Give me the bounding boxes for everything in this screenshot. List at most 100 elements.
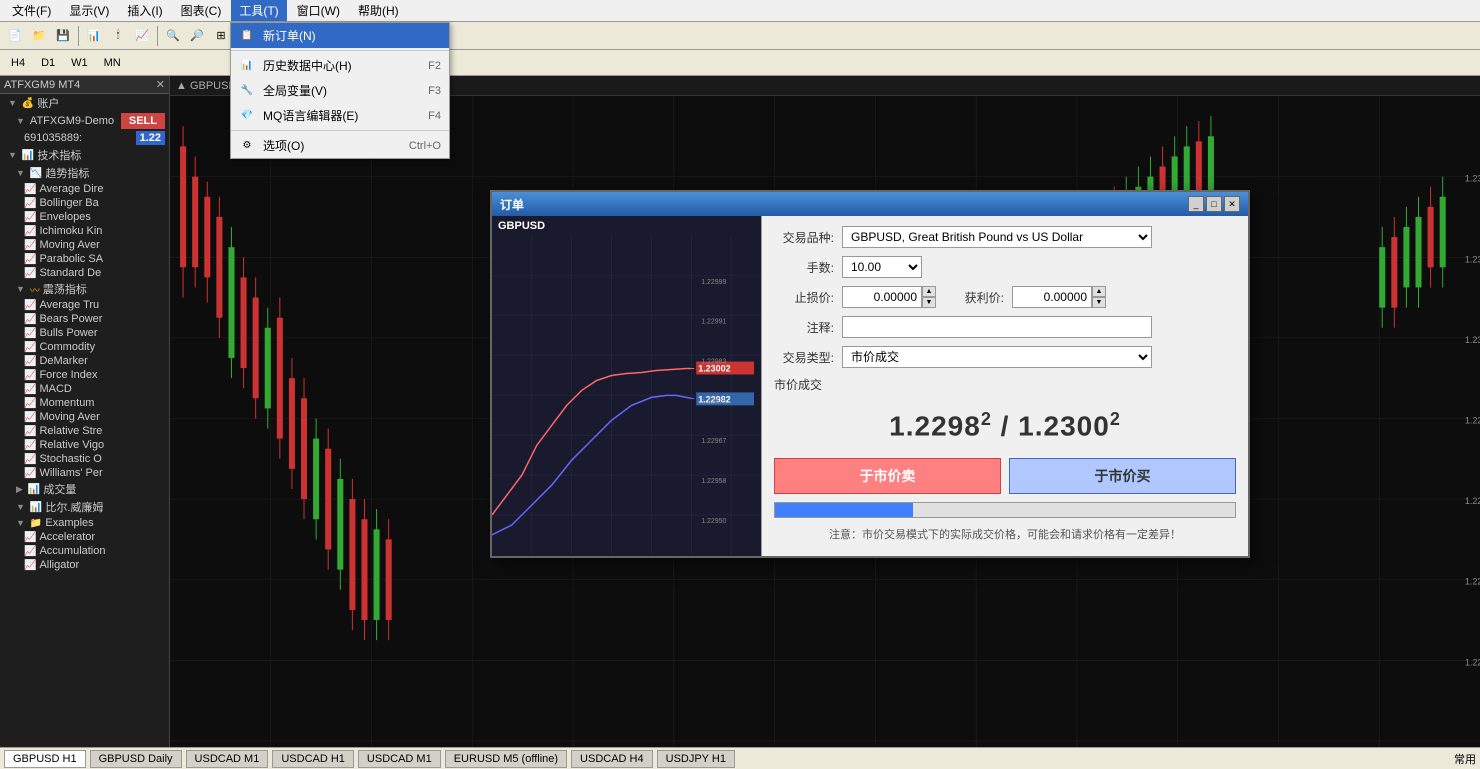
tree-avg-dir[interactable]: 📈Average Dire — [0, 182, 169, 196]
save-btn[interactable]: 💾 — [52, 25, 74, 47]
tree-volume[interactable]: ▶ 📊 成交量 — [0, 480, 169, 498]
svg-text:1.2290: 1.2290 — [1465, 415, 1480, 425]
menu-window[interactable]: 窗口(W) — [289, 0, 348, 21]
tree-accumulation[interactable]: 📈Accumulation — [0, 544, 169, 558]
sl-up-btn[interactable]: ▲ — [922, 286, 936, 297]
tab-eurusd-m5[interactable]: EURUSD M5 (offline) — [445, 750, 567, 768]
buy-at-market-button[interactable]: 于市价买 — [1009, 458, 1236, 494]
envelopes-label: Envelopes — [39, 211, 90, 223]
zoom-fit-btn[interactable]: ⊞ — [210, 25, 232, 47]
global-vars-item[interactable]: 🔧 全局变量(V) F3 — [231, 78, 449, 103]
history-data-item[interactable]: 📊 历史数据中心(H) F2 — [231, 53, 449, 78]
rvgo-label: Relative Vigo — [39, 439, 104, 451]
svg-text:1.22967: 1.22967 — [701, 438, 726, 445]
market-label-row: 市价成交 — [774, 376, 1236, 393]
tab-usdjpy-h1[interactable]: USDJPY H1 — [657, 750, 735, 768]
menu-chart[interactable]: 图表(C) — [173, 0, 230, 21]
close-dialog-button[interactable]: ✕ — [1224, 196, 1240, 212]
tree-avg-true[interactable]: 📈Average Tru — [0, 298, 169, 312]
chart-candle-btn[interactable]: 🕯 — [107, 25, 129, 47]
tab-usdcad-h4[interactable]: USDCAD H4 — [571, 750, 653, 768]
tree-macd[interactable]: 📈MACD — [0, 382, 169, 396]
tp-input[interactable] — [1012, 286, 1092, 308]
tree-accelerator[interactable]: 📈Accelerator — [0, 530, 169, 544]
tree-commodity[interactable]: 📈Commodity — [0, 340, 169, 354]
sell-at-market-button[interactable]: 于市价卖 — [774, 458, 1001, 494]
dialog-form: 交易品种: GBPUSD, Great British Pound vs US … — [762, 216, 1248, 556]
tp-up-btn[interactable]: ▲ — [1092, 286, 1106, 297]
new-btn[interactable]: 📄 — [4, 25, 26, 47]
chart-line-btn[interactable]: 📈 — [131, 25, 153, 47]
comment-label: 注释: — [774, 319, 834, 336]
tf-h4[interactable]: H4 — [4, 55, 32, 71]
mq-editor-item[interactable]: 💎 MQ语言编辑器(E) F4 — [231, 103, 449, 128]
maximize-button[interactable]: □ — [1206, 196, 1222, 212]
bulls-label: Bulls Power — [39, 327, 97, 339]
tree-demo-account[interactable]: ▼ ATFXGM9-Demo SELL — [0, 112, 169, 130]
open-btn[interactable]: 📁 — [28, 25, 50, 47]
menu-sep1 — [231, 50, 449, 51]
tab-gbpusd-daily[interactable]: GBPUSD Daily — [90, 750, 182, 768]
options-item[interactable]: ⚙ 选项(O) Ctrl+O — [231, 133, 449, 158]
tree-stochastic[interactable]: 📈Stochastic O — [0, 452, 169, 466]
tree-trend[interactable]: ▼ 📉 趋势指标 — [0, 164, 169, 182]
osc-expand-icon: ▼ — [16, 284, 25, 294]
menu-help[interactable]: 帮助(H) — [350, 0, 407, 21]
tree-alligator[interactable]: 📈Alligator — [0, 558, 169, 572]
tab-usdcad-m1-2[interactable]: USDCAD M1 — [358, 750, 441, 768]
tab-usdcad-m1[interactable]: USDCAD M1 — [186, 750, 269, 768]
tab-usdcad-h1[interactable]: USDCAD H1 — [272, 750, 354, 768]
menu-insert[interactable]: 插入(I) — [119, 0, 170, 21]
tf-w1[interactable]: W1 — [64, 55, 95, 71]
sl-down-btn[interactable]: ▼ — [922, 297, 936, 308]
tree-examples[interactable]: ▼ 📁 Examples — [0, 516, 169, 530]
tree-tech-indicators[interactable]: ▼ 📊 技术指标 — [0, 146, 169, 164]
tf-d1[interactable]: D1 — [34, 55, 62, 71]
tree-bill-williams[interactable]: ▼ 📊 比尔.威廉姆 — [0, 498, 169, 516]
zoom-in-btn[interactable]: 🔍 — [162, 25, 184, 47]
trend-expand-icon: ▼ — [16, 168, 25, 178]
tree-momentum[interactable]: 📈Momentum — [0, 396, 169, 410]
lots-select[interactable]: 10.00 — [842, 256, 922, 278]
close-icon[interactable]: ✕ — [156, 78, 165, 91]
tree-moving-avg2[interactable]: 📈Moving Aver — [0, 410, 169, 424]
menu-tools[interactable]: 工具(T) — [231, 0, 286, 21]
tree-ichimoku[interactable]: 📈Ichimoku Kin — [0, 224, 169, 238]
symbol-select[interactable]: GBPUSD, Great British Pound vs US Dollar — [842, 226, 1152, 248]
status-text: 常用 — [1454, 751, 1476, 767]
tree-oscillators[interactable]: ▼ 〰 震荡指标 — [0, 280, 169, 298]
new-order-item[interactable]: 📋 新订单(N) — [231, 23, 449, 48]
menu-file[interactable]: 文件(F) — [4, 0, 59, 21]
chart-bar-btn[interactable]: 📊 — [83, 25, 105, 47]
tree-standard-dev[interactable]: 📈Standard De — [0, 266, 169, 280]
tree-williams[interactable]: 📈Williams' Per — [0, 466, 169, 480]
mq-editor-label: MQ语言编辑器(E) — [263, 107, 420, 124]
tree-rsi[interactable]: 📈Relative Stre — [0, 424, 169, 438]
zoom-out-btn[interactable]: 🔎 — [186, 25, 208, 47]
momentum-label: Momentum — [39, 397, 94, 409]
tree-envelopes[interactable]: 📈Envelopes — [0, 210, 169, 224]
tree-accounts[interactable]: ▼ 💰 账户 — [0, 94, 169, 112]
tree-bollinger[interactable]: 📈Bollinger Ba — [0, 196, 169, 210]
order-dialog: 订单 _ □ ✕ GBPUSD — [490, 190, 1250, 558]
tree-demarker[interactable]: 📈DeMarker — [0, 354, 169, 368]
std-dev-label: Standard De — [39, 267, 101, 279]
tf-mn[interactable]: MN — [97, 55, 128, 71]
tree-bears-power[interactable]: 📈Bears Power — [0, 312, 169, 326]
sl-input[interactable] — [842, 286, 922, 308]
tab-gbpusd-h1[interactable]: GBPUSD H1 — [4, 750, 86, 768]
minimize-button[interactable]: _ — [1188, 196, 1204, 212]
menu-view[interactable]: 显示(V) — [61, 0, 117, 21]
tree-rvgo[interactable]: 📈Relative Vigo — [0, 438, 169, 452]
tree-bulls-power[interactable]: 📈Bulls Power — [0, 326, 169, 340]
sep2 — [157, 26, 158, 46]
tech-label: 技术指标 — [37, 147, 81, 163]
tree-force-index[interactable]: 📈Force Index — [0, 368, 169, 382]
type-select[interactable]: 市价成交 — [842, 346, 1152, 368]
tree-parabolic[interactable]: 📈Parabolic SA — [0, 252, 169, 266]
sell-button[interactable]: SELL — [121, 113, 165, 129]
progress-bar — [774, 502, 1236, 518]
tree-moving-avg[interactable]: 📈Moving Aver — [0, 238, 169, 252]
comment-input[interactable] — [842, 316, 1152, 338]
tp-down-btn[interactable]: ▼ — [1092, 297, 1106, 308]
